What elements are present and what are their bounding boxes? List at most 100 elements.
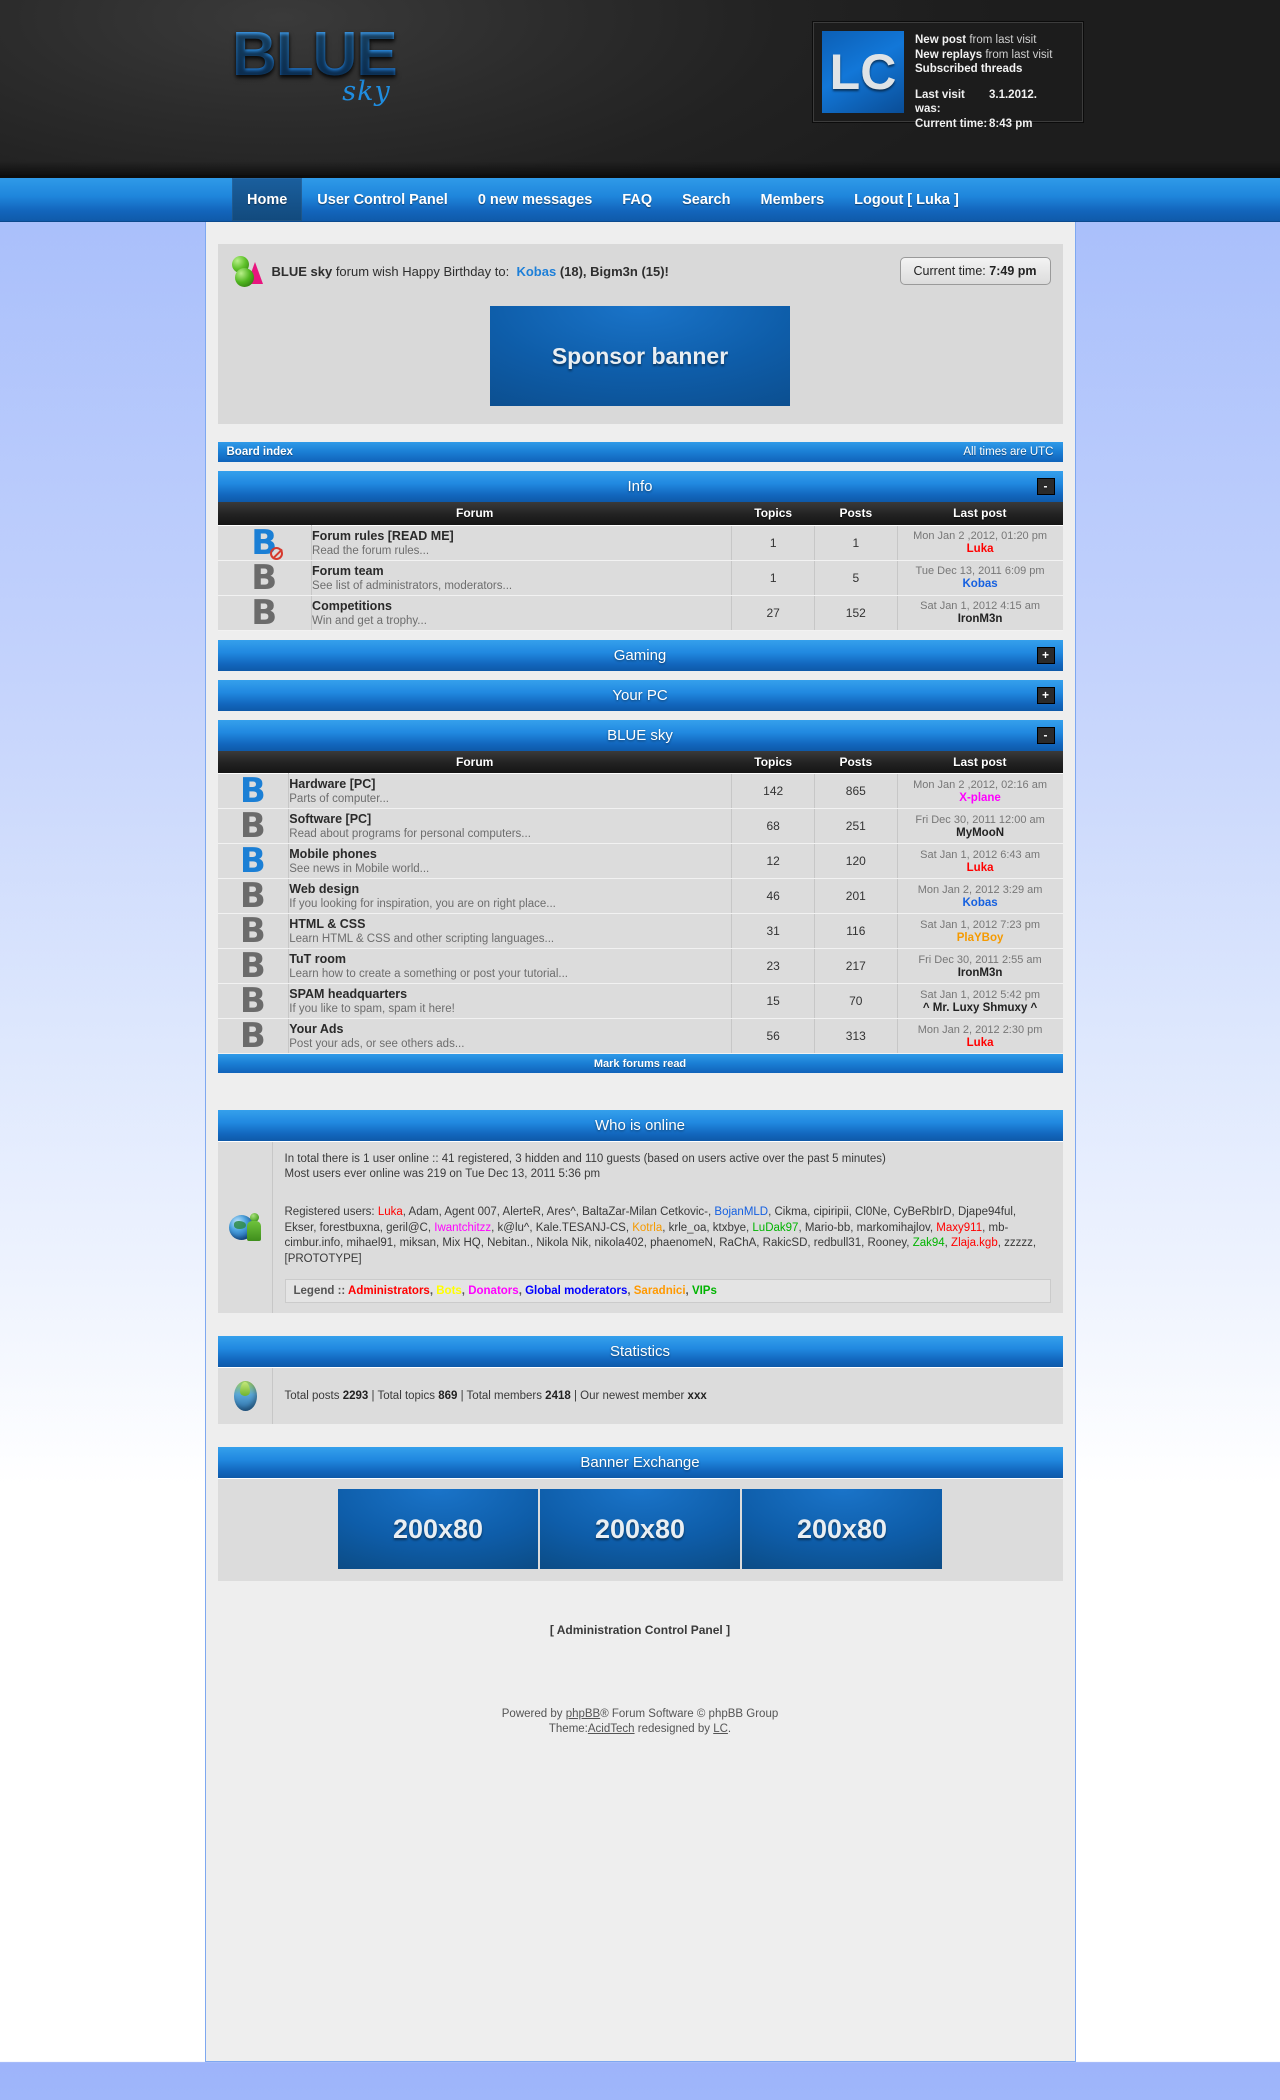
- forum-row[interactable]: B HTML & CSS Learn HTML & CSS and other sc…: [217, 913, 1063, 949]
- last-post-user[interactable]: IronM3n: [898, 613, 1063, 625]
- forum-title[interactable]: Your Ads: [289, 1022, 731, 1036]
- forum-row[interactable]: B Forum rules [READ ME] Read the forum rul…: [217, 524, 1063, 561]
- online-user-link[interactable]: ktxbye: [713, 1222, 746, 1234]
- online-user-link[interactable]: Agent 007: [444, 1206, 496, 1218]
- online-user-link[interactable]: miksan: [400, 1237, 436, 1249]
- site-logo[interactable]: BLUE sky: [232, 24, 398, 108]
- legend-group-bots[interactable]: Bots: [436, 1285, 462, 1297]
- forum-title[interactable]: Software [PC]: [289, 812, 731, 826]
- mark-forums-read-button[interactable]: Mark forums read: [217, 1054, 1063, 1073]
- birthday-user-link[interactable]: Kobas: [516, 264, 556, 279]
- forum-title[interactable]: SPAM headquarters: [289, 987, 731, 1001]
- forum-title[interactable]: Forum team: [312, 564, 731, 578]
- nav-item-search[interactable]: Search: [667, 178, 745, 221]
- phpbb-link[interactable]: phpBB: [566, 1708, 601, 1720]
- online-user-link[interactable]: Adam: [409, 1206, 439, 1218]
- online-user-link[interactable]: redbull31: [814, 1237, 861, 1249]
- online-user-link[interactable]: Maxy911: [936, 1222, 982, 1234]
- online-user-link[interactable]: Ares^: [547, 1206, 576, 1218]
- online-user-link[interactable]: geril@C: [386, 1222, 428, 1234]
- last-post-user[interactable]: Luka: [898, 1037, 1063, 1049]
- online-user-link[interactable]: Nebitan.: [487, 1237, 530, 1249]
- legend-group-saradnici[interactable]: Saradnici: [634, 1285, 686, 1297]
- online-user-link[interactable]: krle_oa: [669, 1222, 707, 1234]
- last-post-user[interactable]: X-plane: [898, 792, 1063, 804]
- online-user-link[interactable]: Nikola Nik: [536, 1237, 588, 1249]
- last-post-user[interactable]: ^ Mr. Luxy Shmuxy ^: [898, 1002, 1063, 1014]
- online-user-link[interactable]: Kale.TESANJ-CS: [536, 1222, 626, 1234]
- legend-group-global-moderators[interactable]: Global moderators: [525, 1285, 627, 1297]
- forum-title[interactable]: TuT room: [289, 952, 731, 966]
- breadcrumb-board-index[interactable]: Board index: [227, 446, 293, 458]
- last-post-user[interactable]: Luka: [898, 862, 1063, 874]
- last-post-user[interactable]: Luka: [898, 543, 1063, 555]
- online-user-link[interactable]: Kotrla: [632, 1222, 662, 1234]
- legend-group-administrators[interactable]: Administrators: [348, 1285, 430, 1297]
- current-time-button[interactable]: Current time: 7:49 pm: [899, 257, 1051, 285]
- last-post-user[interactable]: Kobas: [898, 578, 1063, 590]
- online-user-link[interactable]: k@lu^: [498, 1222, 530, 1234]
- online-user-link[interactable]: LuDak97: [752, 1222, 798, 1234]
- sponsor-banner[interactable]: Sponsor banner: [490, 306, 790, 406]
- last-post-user[interactable]: Kobas: [898, 897, 1063, 909]
- online-user-link[interactable]: Cikma: [775, 1206, 808, 1218]
- legend-group-donators[interactable]: Donators: [468, 1285, 518, 1297]
- collapse-icon[interactable]: -: [1036, 726, 1055, 744]
- forum-row[interactable]: B SPAM headquarters If you like to spam, s…: [217, 983, 1063, 1019]
- newest-member-value[interactable]: xxx: [688, 1390, 707, 1402]
- forum-title[interactable]: Forum rules [READ ME]: [312, 529, 731, 543]
- online-user-link[interactable]: Mix HQ: [442, 1237, 480, 1249]
- forum-title[interactable]: Web design: [289, 882, 731, 896]
- forum-row[interactable]: B Web design If you looking for inspiratio…: [217, 878, 1063, 914]
- forum-row[interactable]: B Mobile phones See news in Mobile world..…: [217, 843, 1063, 879]
- online-user-link[interactable]: Cl0Ne: [855, 1206, 887, 1218]
- online-user-link[interactable]: RakicSD: [763, 1237, 808, 1249]
- nav-item-0-new-messages[interactable]: 0 new messages: [463, 178, 607, 221]
- expand-icon[interactable]: +: [1036, 646, 1055, 664]
- online-user-link[interactable]: Mario-bb: [805, 1222, 850, 1234]
- forum-row[interactable]: B Hardware [PC] Parts of computer... 142 865…: [217, 773, 1063, 809]
- forum-row[interactable]: B Software [PC] Read about programs for pe…: [217, 808, 1063, 844]
- forum-title[interactable]: Competitions: [312, 599, 731, 613]
- online-user-link[interactable]: RaChA: [719, 1237, 756, 1249]
- expand-icon[interactable]: +: [1036, 686, 1055, 704]
- online-user-link[interactable]: nikola402: [595, 1237, 644, 1249]
- nav-item-user-control-panel[interactable]: User Control Panel: [302, 178, 463, 221]
- last-post-user[interactable]: IronM3n: [898, 967, 1063, 979]
- online-user-link[interactable]: markomihajlov: [857, 1222, 930, 1234]
- nav-item-logout-luka[interactable]: Logout [ Luka ]: [839, 178, 974, 221]
- forum-row[interactable]: B Forum team See list of administrators, m…: [217, 559, 1063, 596]
- forum-row[interactable]: B Competitions Win and get a trophy... 27 15…: [217, 594, 1063, 631]
- online-user-link[interactable]: Ekser: [285, 1222, 314, 1234]
- online-user-link[interactable]: BojanMLD: [714, 1206, 768, 1218]
- online-user-link[interactable]: Luka: [378, 1206, 403, 1218]
- online-user-link[interactable]: AlerteR: [503, 1206, 541, 1218]
- last-post-user[interactable]: MyMooN: [898, 827, 1063, 839]
- nav-item-members[interactable]: Members: [745, 178, 839, 221]
- forum-row[interactable]: B TuT room Learn how to create a something…: [217, 948, 1063, 984]
- online-user-link[interactable]: BaltaZar-Milan Cetkovic-: [582, 1206, 708, 1218]
- online-user-link[interactable]: Zlaja.kgb: [951, 1237, 998, 1249]
- online-user-link[interactable]: Iwantchitzz: [434, 1222, 491, 1234]
- forum-title[interactable]: Mobile phones: [289, 847, 731, 861]
- exchange-banner[interactable]: 200x80: [338, 1489, 538, 1569]
- collapse-icon[interactable]: -: [1036, 478, 1055, 495]
- forum-row[interactable]: B Your Ads Post your ads, or see others ad…: [217, 1018, 1063, 1054]
- admin-control-panel-link[interactable]: [ Administration Control Panel ]: [550, 1623, 730, 1637]
- exchange-banner[interactable]: 200x80: [540, 1489, 740, 1569]
- online-user-link[interactable]: mihael91: [347, 1237, 394, 1249]
- exchange-banner[interactable]: 200x80: [742, 1489, 942, 1569]
- forum-title[interactable]: Hardware [PC]: [289, 777, 731, 791]
- online-user-link[interactable]: [PROTOTYPE]: [285, 1253, 362, 1265]
- online-user-link[interactable]: CyBeRbIrD: [893, 1206, 951, 1218]
- legend-group-vips[interactable]: VIPs: [692, 1285, 717, 1297]
- forum-title[interactable]: HTML & CSS: [289, 917, 731, 931]
- online-user-link[interactable]: zzzzz: [1004, 1237, 1033, 1249]
- designer-link[interactable]: LC: [713, 1723, 728, 1735]
- last-post-user[interactable]: PlaYBoy: [898, 932, 1063, 944]
- theme-link[interactable]: AcidTech: [588, 1723, 635, 1735]
- online-user-link[interactable]: forestbuxna: [320, 1222, 380, 1234]
- online-user-link[interactable]: Rooney: [868, 1237, 907, 1249]
- nav-item-faq[interactable]: FAQ: [607, 178, 667, 221]
- nav-item-home[interactable]: Home: [232, 178, 303, 221]
